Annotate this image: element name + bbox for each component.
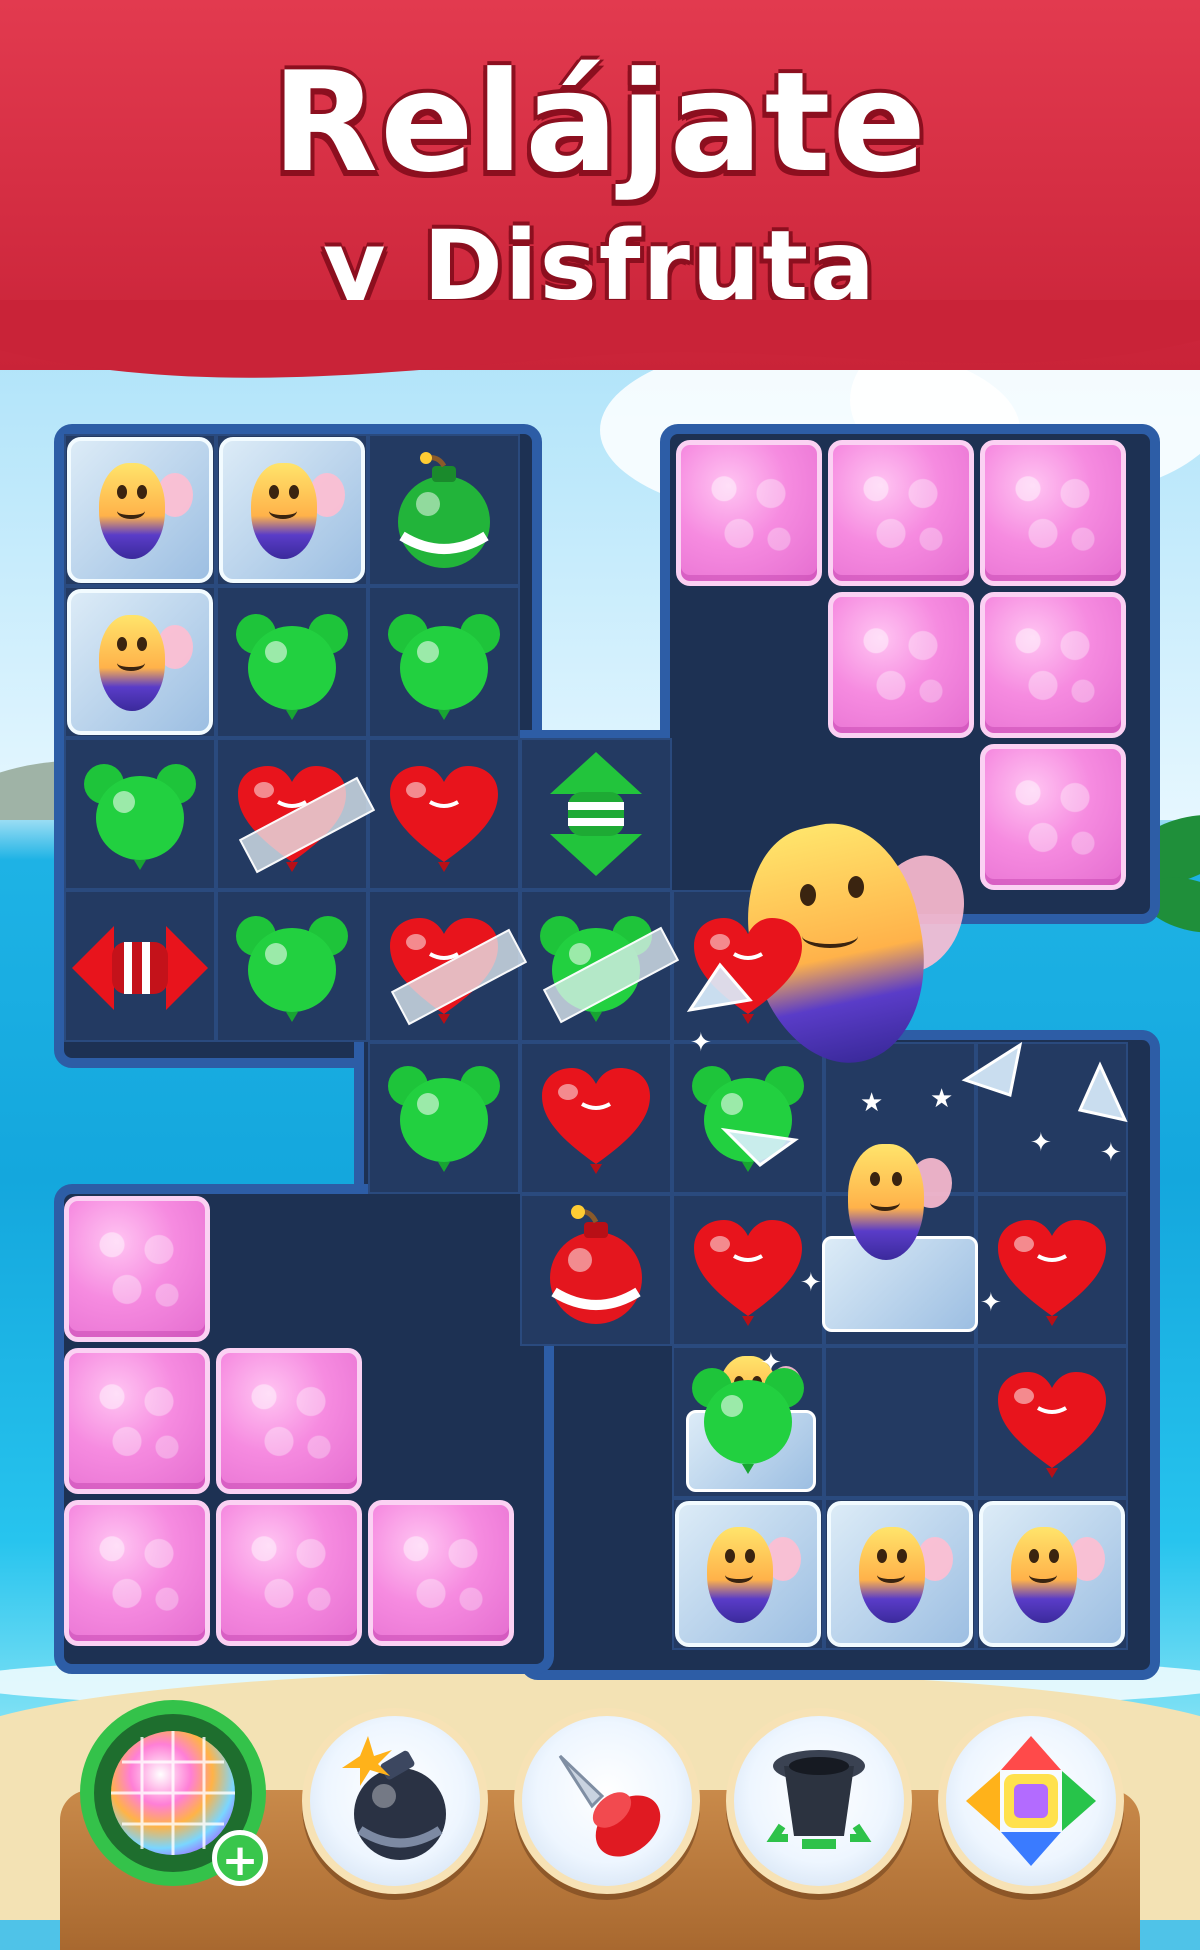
red-heart-balloon[interactable] — [688, 1212, 808, 1326]
pink-jelly-block[interactable] — [216, 1348, 362, 1494]
red-heart-balloon-taped[interactable] — [384, 910, 528, 1026]
sparkle: ✦ — [1030, 1128, 1052, 1158]
magic-hat-icon — [766, 1750, 872, 1849]
magic-hat-booster[interactable] — [726, 1708, 912, 1894]
pink-jelly-block[interactable] — [828, 592, 974, 738]
pink-jelly-block[interactable] — [64, 1348, 210, 1494]
red-heart-balloon-taped[interactable] — [232, 758, 376, 874]
sparkle: ★ — [930, 1084, 954, 1114]
green-mouse-balloon[interactable] — [232, 908, 352, 1028]
board-cell[interactable] — [824, 1346, 976, 1498]
ice-block-with-bug[interactable] — [827, 1501, 973, 1647]
pink-jelly-block[interactable] — [980, 592, 1126, 738]
green-vertical-rocket[interactable] — [544, 750, 648, 878]
sparkle: ✦ — [1100, 1138, 1122, 1168]
red-heart-balloon[interactable] — [536, 1060, 656, 1174]
green-mouse-balloon-taped[interactable] — [536, 908, 680, 1028]
disco-ball-booster[interactable]: + — [80, 1700, 268, 1886]
pink-jelly-block[interactable] — [676, 440, 822, 586]
red-heart-balloon[interactable] — [992, 1212, 1112, 1326]
bomb-icon — [342, 1736, 446, 1860]
green-mouse-balloon[interactable] — [80, 756, 200, 876]
ice-block-with-bug[interactable] — [818, 1140, 978, 1332]
rainbow-arrows-booster[interactable] — [938, 1708, 1124, 1894]
pink-jelly-block[interactable] — [64, 1500, 210, 1646]
plunger-icon — [558, 1754, 661, 1857]
pink-jelly-block[interactable] — [368, 1500, 514, 1646]
pink-jelly-block[interactable] — [64, 1196, 210, 1342]
ice-shard — [686, 962, 753, 1013]
red-heart-balloon[interactable] — [384, 758, 504, 872]
sparkle: ★ — [860, 1088, 884, 1118]
red-bomb-piece[interactable] — [540, 1200, 652, 1330]
bomb-booster[interactable] — [302, 1708, 488, 1894]
plunger-booster[interactable] — [514, 1708, 700, 1894]
red-horizontal-rocket[interactable] — [70, 918, 210, 1018]
pink-jelly-block[interactable] — [828, 440, 974, 586]
pink-jelly-block[interactable] — [216, 1500, 362, 1646]
ice-block-with-bug[interactable] — [979, 1501, 1125, 1647]
add-booster-badge[interactable]: + — [212, 1830, 268, 1886]
rainbow-arrows-icon — [966, 1736, 1096, 1866]
ice-shard — [720, 1127, 799, 1167]
ice-block-with-bug[interactable] — [67, 589, 213, 735]
sparkle: ✦ — [690, 1028, 712, 1058]
banner-title: Relájate — [271, 42, 929, 203]
green-mouse-balloon[interactable] — [232, 606, 352, 726]
ice-shard — [961, 1041, 1023, 1097]
green-mouse-balloon[interactable] — [384, 606, 504, 726]
banner-wave — [0, 300, 1200, 378]
red-heart-balloon[interactable] — [992, 1364, 1112, 1478]
ice-block-with-bug[interactable] — [675, 1501, 821, 1647]
ice-shard — [1077, 1061, 1128, 1123]
ice-block-with-bug[interactable] — [67, 437, 213, 583]
ice-block-with-bug[interactable] — [219, 437, 365, 583]
green-mouse-balloon[interactable] — [688, 1360, 808, 1480]
pink-jelly-block[interactable] — [980, 440, 1126, 586]
green-mouse-balloon[interactable] — [384, 1058, 504, 1178]
pink-jelly-block[interactable] — [980, 744, 1126, 890]
green-bomb-piece[interactable] — [388, 452, 500, 572]
